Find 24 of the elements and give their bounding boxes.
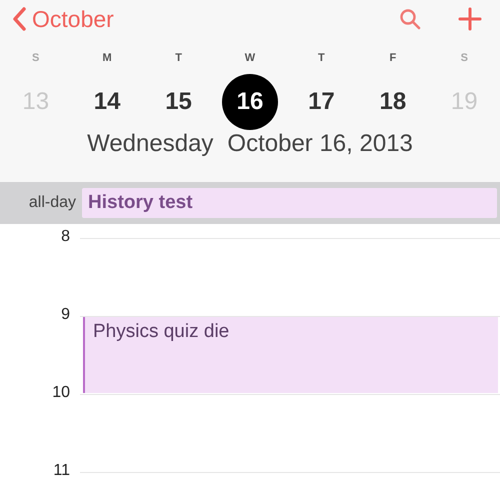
weekday-label: T: [318, 52, 325, 64]
weekday-label: F: [389, 52, 396, 64]
day-number[interactable]: 14: [79, 74, 136, 130]
day-number[interactable]: 15: [150, 74, 207, 130]
all-day-event[interactable]: History test: [82, 188, 497, 218]
hour-label: 10: [51, 384, 70, 403]
chevron-left-icon: [12, 7, 26, 31]
weekday-label: W: [244, 52, 256, 64]
date-title: October 16, 2013: [227, 130, 413, 158]
hour-label: 8: [60, 228, 70, 247]
all-day-label: all-day: [28, 194, 77, 212]
weekday-label: T: [175, 52, 182, 64]
day-number[interactable]: 17: [293, 74, 350, 130]
weekday-label: M: [102, 52, 112, 64]
weekday-label: S: [460, 52, 468, 64]
add-icon[interactable]: [458, 7, 482, 31]
search-icon[interactable]: [398, 7, 422, 31]
day-number[interactable]: 16: [222, 74, 278, 130]
calendar-event[interactable]: Physics quiz die: [83, 317, 498, 393]
weekday-label: S: [32, 52, 40, 64]
day-number[interactable]: 18: [364, 74, 421, 130]
hour-label: 9: [60, 306, 70, 325]
hour-label: 11: [52, 462, 70, 481]
weekday-title: Wednesday: [87, 130, 214, 158]
